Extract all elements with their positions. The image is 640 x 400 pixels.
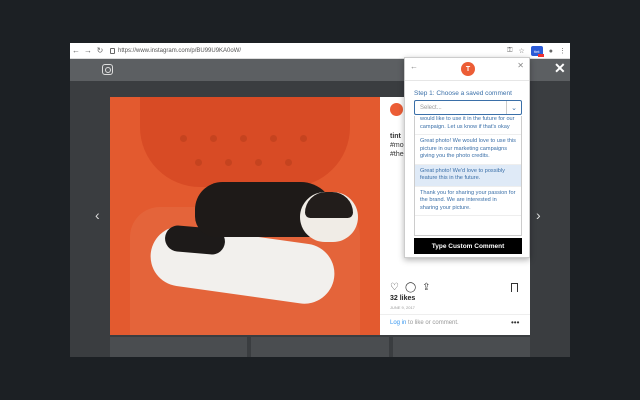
saved-comment-select[interactable]: Select... ⌄ [414, 100, 522, 115]
comment-option[interactable]: Great photo! We would love to use this p… [415, 135, 521, 165]
thumbnail[interactable] [110, 337, 248, 357]
step-label: Step 1: Choose a saved comment [414, 90, 512, 97]
heart-icon[interactable]: ♡ [390, 282, 399, 293]
tint-logo: T [461, 62, 475, 76]
account-icon[interactable]: ● [549, 48, 553, 55]
divider [405, 80, 529, 81]
comment-icon[interactable]: ◯ [405, 282, 416, 293]
lock-icon [110, 47, 115, 54]
forward-icon[interactable]: → [82, 43, 94, 59]
panel-close-icon[interactable]: ✕ [517, 61, 524, 70]
tint-extension-icon[interactable]: tint [530, 46, 544, 57]
tint-comment-panel: ← T ✕ Step 1: Choose a saved comment Sel… [404, 57, 530, 258]
post-photo [110, 97, 380, 335]
next-arrow-icon[interactable]: › [536, 207, 541, 223]
instagram-logo-icon[interactable] [102, 64, 113, 75]
key-icon[interactable]: ⚿ [507, 47, 512, 55]
url-text: https://www.instagram.com/p/BU99U9KA0oW/ [118, 47, 242, 54]
url-field[interactable]: https://www.instagram.com/p/BU99U9KA0oW/ [110, 47, 242, 54]
divider [380, 314, 530, 315]
star-icon[interactable]: ☆ [518, 47, 524, 55]
prev-arrow-icon[interactable]: ‹ [95, 207, 100, 223]
comment-option[interactable]: would like to use it in the future for o… [415, 116, 521, 135]
menu-icon[interactable]: ⋮ [559, 47, 566, 55]
close-icon[interactable]: ✕ [554, 60, 566, 77]
back-arrow-icon[interactable]: ← [410, 62, 418, 71]
post-date: JUNE 9, 2017 [390, 305, 415, 310]
related-thumbnails [110, 337, 530, 357]
comment-option[interactable]: Thank you for sharing your passion for t… [415, 187, 521, 216]
login-prompt: Log in to like or comment. [390, 320, 459, 326]
back-icon[interactable]: ← [70, 43, 82, 59]
share-icon[interactable]: ⇪ [422, 282, 430, 293]
like-count: 32 likes [390, 295, 416, 302]
user-avatar[interactable] [390, 103, 403, 116]
select-placeholder: Select... [420, 105, 442, 111]
more-options-icon[interactable]: ••• [511, 318, 519, 327]
thumbnail[interactable] [251, 337, 389, 357]
login-text: to like or comment. [406, 320, 459, 326]
reload-icon[interactable]: ↻ [94, 43, 106, 59]
comment-option[interactable]: Great photo! We'd love to possibly featu… [415, 164, 521, 187]
thumbnail[interactable] [392, 337, 530, 357]
bookmark-icon[interactable] [511, 283, 518, 292]
login-link[interactable]: Log in [390, 320, 406, 326]
comment-options-list[interactable]: would like to use it in the future for o… [414, 116, 522, 236]
chevron-down-icon[interactable]: ⌄ [506, 101, 521, 114]
type-custom-comment-button[interactable]: Type Custom Comment [414, 238, 522, 254]
